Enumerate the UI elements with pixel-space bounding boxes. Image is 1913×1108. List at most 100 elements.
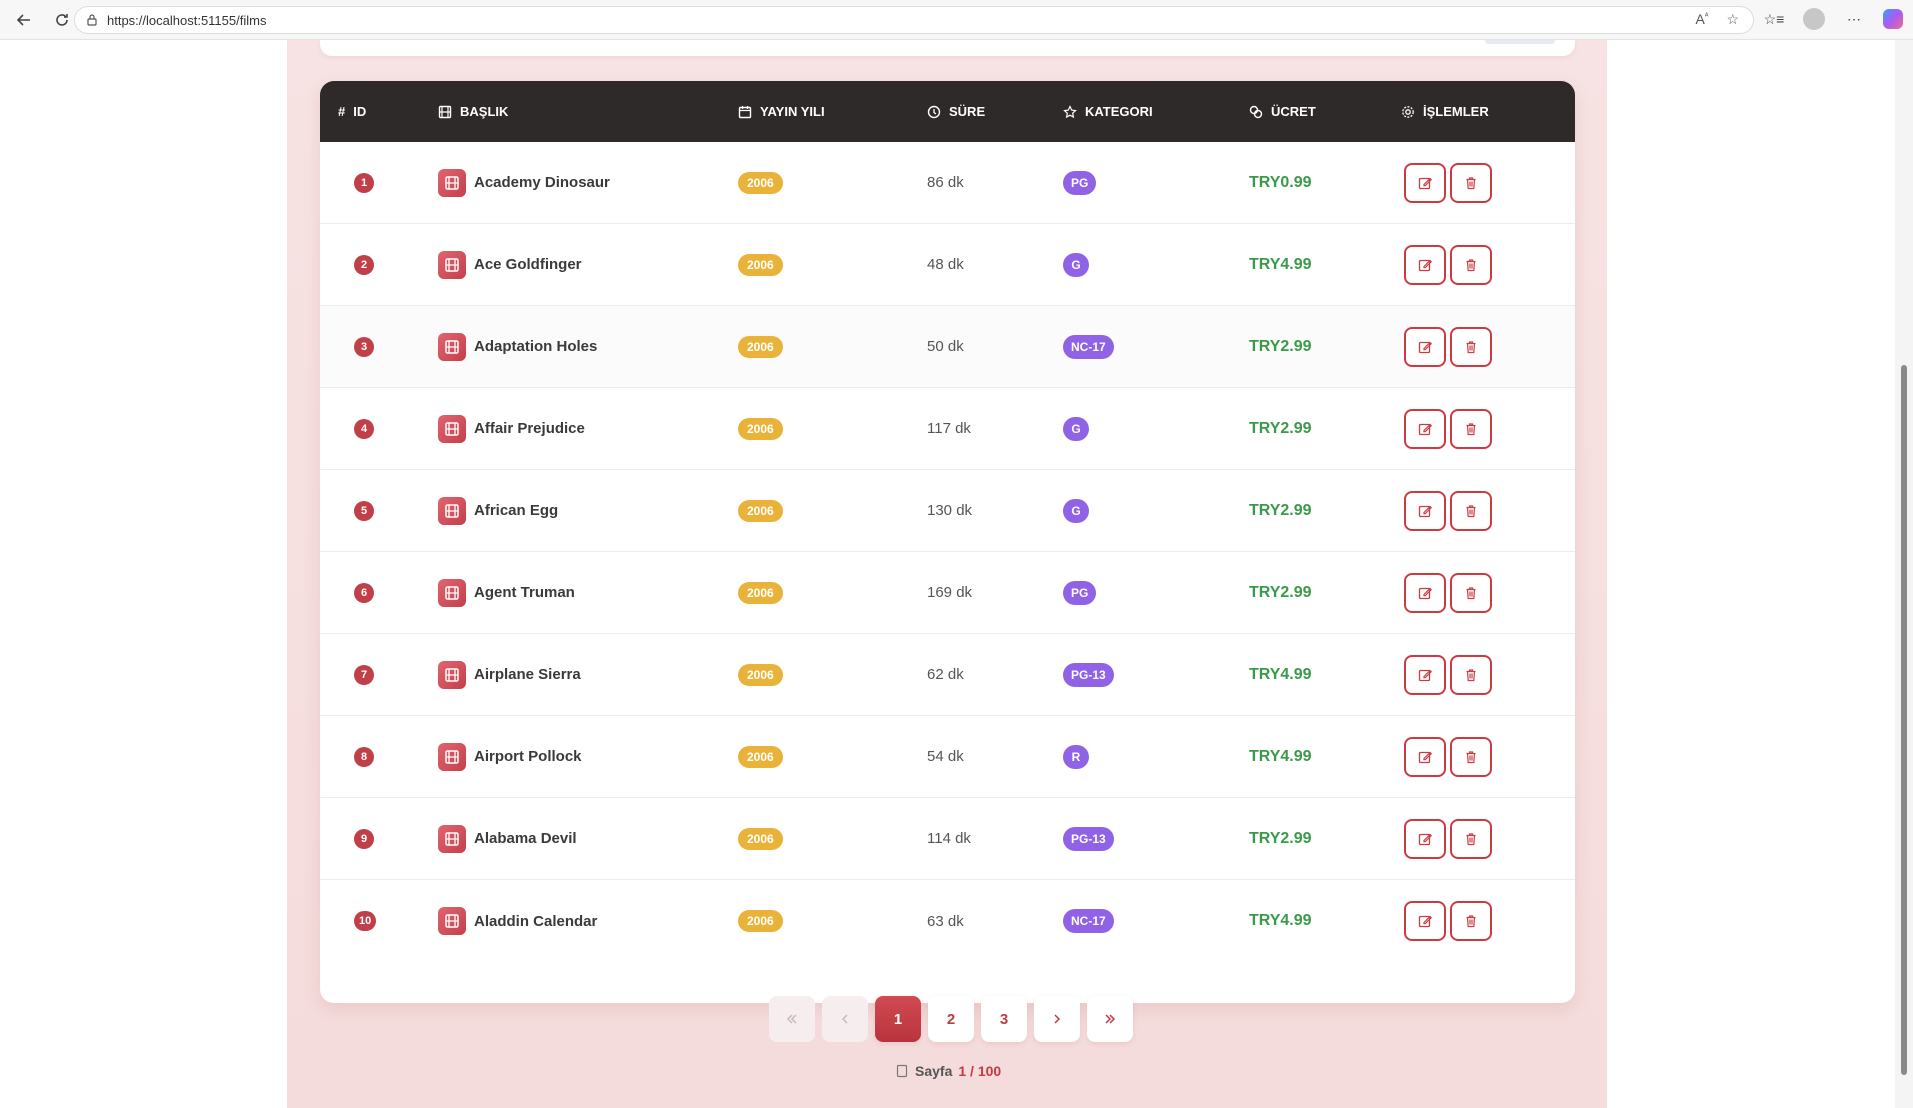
category-badge: G — [1063, 416, 1089, 441]
scrollbar[interactable] — [1895, 40, 1913, 1108]
trash-icon — [1466, 915, 1476, 928]
film-icon — [438, 168, 466, 197]
category-badge: R — [1063, 744, 1089, 769]
next-page-button[interactable] — [1034, 996, 1080, 1042]
cell-year: 2006 — [738, 827, 927, 850]
cell-title: Agent Truman — [438, 578, 738, 607]
coins-icon — [1249, 105, 1263, 118]
edit-icon — [1418, 505, 1432, 517]
year-badge: 2006 — [738, 417, 783, 440]
filter-card-button-edge[interactable] — [1485, 40, 1555, 44]
page-button-3[interactable]: 3 — [981, 996, 1027, 1042]
delete-button[interactable] — [1450, 736, 1492, 777]
page-button-1[interactable]: 1 — [875, 996, 921, 1042]
cell-ops — [1401, 162, 1575, 203]
id-badge: 7 — [354, 664, 374, 685]
cell-length: 54 dk — [927, 748, 964, 765]
delete-button[interactable] — [1450, 162, 1492, 203]
delete-button[interactable] — [1450, 654, 1492, 695]
edit-icon — [1418, 833, 1432, 845]
address-bar[interactable]: https://localhost:51155/films Aᴬ ☆ — [74, 6, 1754, 34]
id-badge: 10 — [354, 911, 377, 931]
film-icon — [438, 578, 466, 607]
edit-button[interactable] — [1404, 408, 1446, 449]
delete-button[interactable] — [1450, 818, 1492, 859]
film-icon — [438, 824, 466, 853]
profile-avatar[interactable] — [1803, 8, 1825, 30]
film-icon — [438, 496, 466, 525]
trash-icon — [1466, 422, 1476, 435]
edit-icon — [1418, 423, 1432, 435]
cell-length: 117 dk — [927, 420, 971, 437]
delete-button[interactable] — [1450, 244, 1492, 285]
cell-length: 114 dk — [927, 830, 971, 847]
scrollbar-thumb[interactable] — [1901, 365, 1907, 1075]
edit-button[interactable] — [1404, 572, 1446, 613]
refresh-icon[interactable] — [48, 6, 76, 34]
delete-button[interactable] — [1450, 408, 1492, 449]
category-badge: NC-17 — [1063, 909, 1114, 933]
category-badge: PG — [1063, 170, 1097, 195]
delete-button[interactable] — [1450, 572, 1492, 613]
edit-icon — [1418, 259, 1432, 271]
year-badge: 2006 — [738, 499, 783, 522]
cell-year: 2006 — [738, 499, 927, 522]
chevron-right-icon — [1054, 1014, 1061, 1024]
table-row: 7 Airplane Sierra 2006 62 dk PG-13 TRY4.… — [320, 634, 1575, 716]
copilot-icon[interactable] — [1883, 9, 1903, 29]
cell-length: 62 dk — [927, 666, 964, 683]
id-badge: 3 — [354, 336, 374, 357]
edit-icon — [1418, 177, 1432, 189]
cell-title: Adaptation Holes — [438, 332, 738, 361]
prev-page-button[interactable] — [822, 996, 868, 1042]
header-ops-label: İŞLEMLER — [1423, 104, 1489, 119]
edit-button[interactable] — [1404, 162, 1446, 203]
double-chevron-left-icon — [786, 1014, 797, 1024]
page-viewport: # ID BAŞLIK YAYIN YILI SÜRE KATEGORI ÜCR… — [0, 40, 1895, 1108]
category-badge: PG — [1063, 580, 1097, 605]
film-icon — [438, 105, 452, 118]
table-row: 6 Agent Truman 2006 169 dk PG TRY2.99 — [320, 552, 1575, 634]
cell-title: Academy Dinosaur — [438, 168, 738, 197]
year-badge: 2006 — [738, 171, 783, 194]
more-menu-icon[interactable]: ⋯ — [1841, 6, 1867, 32]
cell-price: TRY2.99 — [1249, 419, 1312, 437]
document-icon — [896, 1064, 908, 1078]
favorites-icon[interactable]: ☆≡ — [1761, 6, 1787, 32]
first-page-button[interactable] — [769, 996, 815, 1042]
header-length-label: SÜRE — [949, 104, 986, 119]
edit-button[interactable] — [1404, 326, 1446, 367]
film-title: Agent Truman — [474, 584, 575, 601]
cell-title: Affair Prejudice — [438, 414, 738, 443]
cell-year: 2006 — [738, 417, 927, 440]
delete-button[interactable] — [1450, 326, 1492, 367]
read-aloud-icon[interactable]: Aᴬ — [1695, 11, 1708, 28]
edit-button[interactable] — [1404, 736, 1446, 777]
cell-category: G — [1063, 416, 1249, 441]
edit-button[interactable] — [1404, 490, 1446, 531]
delete-button[interactable] — [1450, 490, 1492, 531]
film-icon — [438, 660, 466, 689]
cell-price: TRY2.99 — [1249, 829, 1312, 847]
chevron-left-icon — [841, 1014, 848, 1024]
edit-button[interactable] — [1404, 654, 1446, 695]
edit-button[interactable] — [1404, 818, 1446, 859]
favorite-star-icon[interactable]: ☆ — [1726, 11, 1739, 28]
cell-length: 50 dk — [927, 338, 964, 355]
film-title: Ace Goldfinger — [474, 256, 582, 273]
id-badge: 9 — [354, 828, 374, 849]
back-icon[interactable] — [10, 6, 38, 34]
cell-price: TRY4.99 — [1249, 747, 1312, 765]
edit-button[interactable] — [1404, 901, 1446, 941]
lock-icon — [85, 13, 99, 27]
page-button-2[interactable]: 2 — [928, 996, 974, 1042]
cell-title: Aladdin Calendar — [438, 907, 738, 935]
edit-button[interactable] — [1404, 244, 1446, 285]
cell-price: TRY0.99 — [1249, 173, 1312, 191]
last-page-button[interactable] — [1087, 996, 1133, 1042]
cell-id: 10 — [320, 911, 438, 931]
film-title: Adaptation Holes — [474, 338, 598, 355]
cell-year: 2006 — [738, 581, 927, 604]
film-title: Alabama Devil — [474, 830, 577, 847]
delete-button[interactable] — [1450, 901, 1492, 941]
